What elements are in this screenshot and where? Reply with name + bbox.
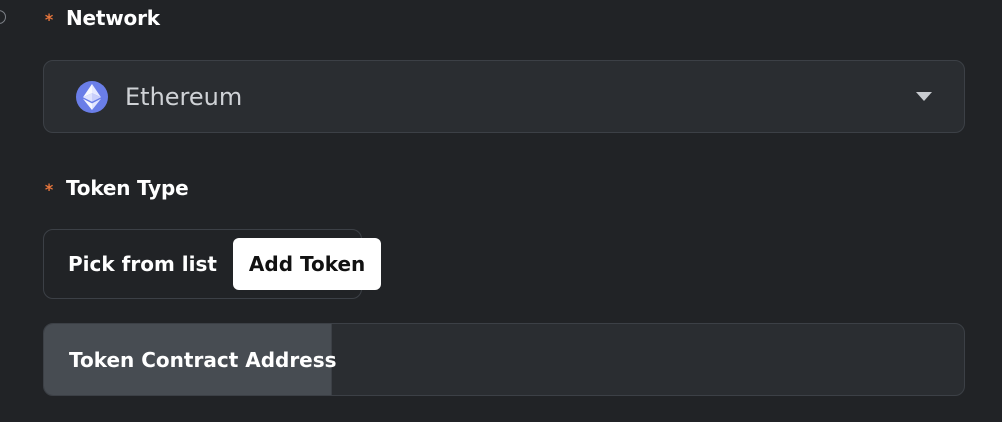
token-type-toggle: Pick from list Add Token	[43, 229, 382, 299]
network-label-text: Network	[66, 6, 160, 30]
required-asterisk: *	[44, 180, 54, 199]
required-asterisk: *	[44, 10, 54, 29]
network-field-label: * Network	[43, 6, 160, 30]
chevron-down-icon[interactable]	[916, 92, 932, 101]
network-select[interactable]: Ethereum	[43, 60, 965, 133]
add-token-option[interactable]: Add Token	[232, 238, 382, 290]
token-contract-address-field: Token Contract Address	[43, 323, 965, 396]
pick-from-list-option[interactable]: Pick from list	[68, 252, 217, 276]
token-type-field-label: * Token Type	[43, 176, 189, 200]
token-form: * Network Ethereum * Token Type Pick fro…	[0, 0, 1002, 422]
ethereum-icon	[76, 80, 108, 113]
token-contract-address-label: Token Contract Address	[44, 324, 337, 395]
token-contract-address-input[interactable]	[332, 324, 964, 395]
partial-circle-icon	[0, 10, 6, 24]
token-type-label-text: Token Type	[66, 176, 189, 200]
network-selected-value: Ethereum	[125, 82, 243, 111]
